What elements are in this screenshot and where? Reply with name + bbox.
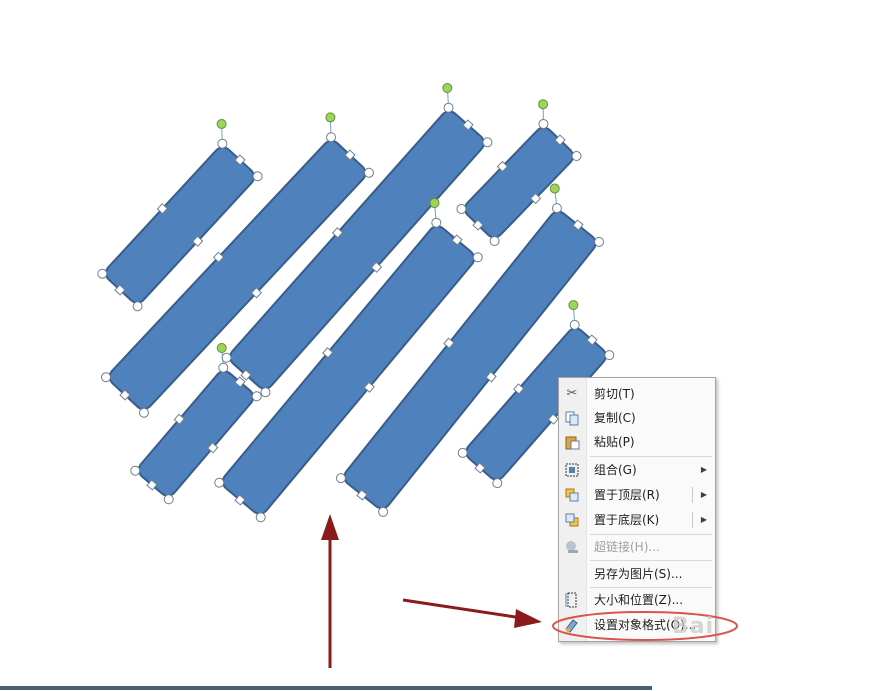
submenu-split-divider (692, 512, 693, 528)
rotation-handle[interactable] (537, 98, 550, 111)
send-to-back-icon (564, 512, 580, 528)
rotation-handle[interactable] (215, 342, 228, 355)
menu-item-label: 复制(C) (594, 411, 636, 425)
rotation-handle[interactable] (324, 111, 337, 124)
scissors-icon: ✂ (566, 386, 578, 401)
submenu-arrow-icon: ▶ (700, 465, 707, 474)
menu-separator (590, 456, 712, 457)
menu-item-copy[interactable]: 复制(C) (559, 406, 715, 430)
annotation-layer (321, 514, 542, 668)
menu-item-save-as-picture[interactable]: 另存为图片(S)... (559, 562, 715, 586)
submenu-arrow-icon[interactable]: ▶ (701, 508, 707, 532)
rotation-handle[interactable] (441, 82, 454, 95)
menu-item-label: 置于顶层(R) (594, 488, 660, 502)
copy-icon (564, 410, 580, 426)
menu-item-label: 置于底层(K) (594, 513, 660, 527)
bring-to-front-icon (564, 487, 580, 503)
paste-icon (564, 434, 580, 450)
submenu-split-divider (692, 487, 693, 503)
menu-item-size-and-position[interactable]: 大小和位置(Z)... (559, 588, 715, 612)
shapes-layer[interactable] (86, 82, 625, 524)
menu-item-hyperlink: 超链接(H)... (559, 535, 715, 559)
menu-item-bring-to-front[interactable]: 置于顶层(R) ▶ (559, 483, 715, 507)
menu-item-label: 另存为图片(S)... (594, 567, 683, 581)
format-object-icon (564, 617, 580, 633)
menu-item-group[interactable]: 组合(G) ▶ (559, 458, 715, 482)
rotation-handle[interactable] (567, 299, 580, 312)
menu-item-label: 大小和位置(Z)... (594, 593, 684, 607)
slide-canvas[interactable] (0, 0, 878, 691)
bottom-divider (0, 686, 652, 690)
menu-item-cut[interactable]: ✂ 剪切(T) (559, 382, 715, 406)
menu-item-label: 剪切(T) (594, 387, 635, 401)
diagonal-arrow-shaft (402, 598, 523, 620)
menu-separator (590, 560, 712, 561)
context-menu: ✂ 剪切(T) 复制(C) 粘贴(P) 组合(G) ▶ 置于顶层(R) ▶ 置于… (558, 377, 716, 642)
menu-item-label: 超链接(H)... (594, 540, 660, 554)
rotation-handle[interactable] (215, 118, 228, 131)
diagonal-arrow-head (514, 609, 542, 628)
menu-item-paste[interactable]: 粘贴(P) (559, 430, 715, 454)
vertical-arrow-head (321, 514, 339, 540)
menu-item-send-to-back[interactable]: 置于底层(K) ▶ (559, 508, 715, 532)
submenu-arrow-icon[interactable]: ▶ (701, 483, 707, 507)
group-icon (564, 462, 580, 478)
size-position-icon (564, 592, 580, 608)
menu-item-label: 组合(G) (594, 463, 637, 477)
watermark-logo: Bai (672, 614, 715, 639)
hyperlink-icon (564, 539, 580, 555)
menu-item-label: 粘贴(P) (594, 435, 635, 449)
